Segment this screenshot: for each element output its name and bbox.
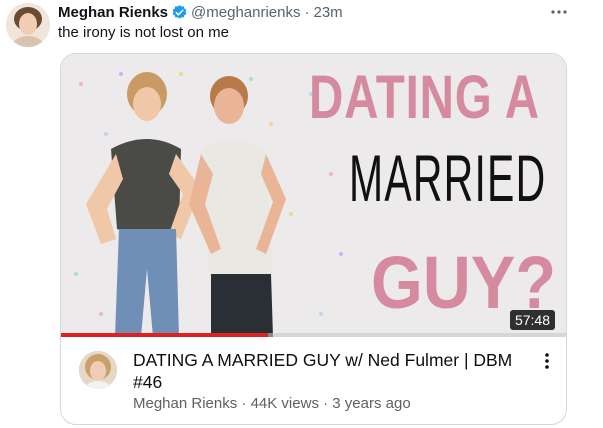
thumbnail-line-1: DATING A (309, 63, 540, 131)
more-vertical-icon (545, 353, 549, 369)
channel-name[interactable]: Meghan Rienks (133, 395, 237, 412)
author-handle[interactable]: @meghanrienks (191, 4, 300, 21)
watch-progress-fill (61, 333, 269, 337)
tweet-timestamp[interactable]: 23m (313, 4, 342, 21)
thumbnail-title-art: DATING A MARRIED GUY? (301, 62, 566, 332)
video-title[interactable]: DATING A MARRIED GUY w/ Ned Fulmer | DBM… (133, 349, 523, 393)
verified-badge-icon (171, 4, 188, 21)
view-count: 44K views (250, 395, 319, 412)
separator-dot: · (304, 3, 310, 21)
watch-progress-bar (61, 333, 566, 337)
author-name[interactable]: Meghan Rienks (58, 4, 168, 21)
tweet-more-button[interactable] (546, 2, 572, 22)
author-avatar[interactable] (6, 3, 50, 47)
video-options-button[interactable] (539, 349, 555, 373)
meta-separator: · (241, 395, 247, 412)
meta-separator: · (323, 395, 329, 412)
upload-age: 3 years ago (332, 395, 411, 412)
tweet-text: the irony is not lost on me (58, 24, 229, 41)
more-horizontal-icon (551, 10, 567, 14)
video-duration-badge: 57:48 (509, 310, 555, 330)
channel-avatar[interactable] (79, 351, 117, 389)
video-card[interactable]: DATING A MARRIED GUY? 57:48 DATING A MAR… (60, 53, 567, 425)
video-meta: Meghan Rienks · 44K views · 3 years ago (133, 395, 411, 412)
thumbnail-line-2: MARRIED (349, 141, 547, 215)
video-thumbnail[interactable]: DATING A MARRIED GUY? 57:48 (61, 54, 566, 337)
tweet-header: Meghan Rienks @meghanrienks · 23m (58, 3, 563, 21)
